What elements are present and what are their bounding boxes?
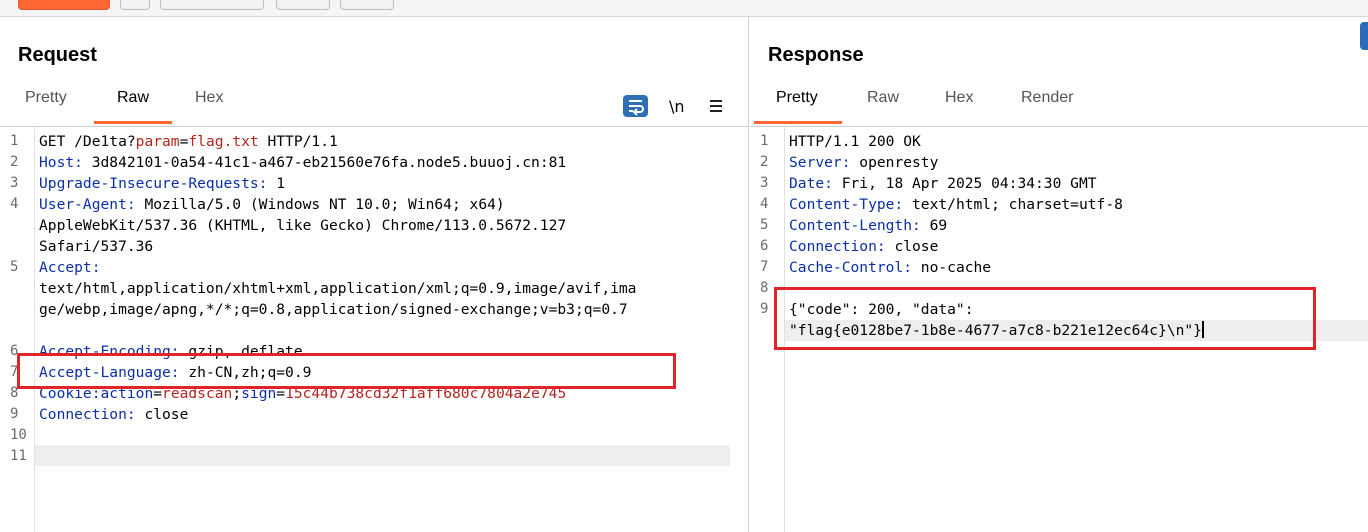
top-toolbar [0,0,1368,17]
line-number: 9 [10,406,19,422]
response-title: Response [768,44,864,66]
active-tab-underline [94,121,172,124]
request-editor[interactable]: 1 2 3 4 5 6 7 8 9 10 11 GET /De1ta?param… [0,127,748,532]
response-line-7: Cache-Control: no-cache [789,259,992,276]
request-line-3: Upgrade-Insecure-Requests: 1 [39,175,286,192]
request-line-5-cont: ge/webp,image/apng,*/*;q=0.8,application… [39,301,628,318]
tab-response-pretty[interactable]: Pretty [754,85,842,124]
cancel-button[interactable] [120,0,150,10]
response-line-6: Connection: close [789,238,939,255]
request-line-2: Host: 3d842101-0a54-41c1-a467-eb21560e76… [39,154,567,171]
line-number: 2 [760,154,769,170]
line-number: 4 [10,196,19,212]
line-number: 2 [10,154,19,170]
active-tab-underline [754,121,842,124]
line-number: 6 [760,238,769,254]
send-button[interactable] [18,0,110,10]
side-scroll-tab[interactable] [1360,22,1368,50]
line-number: 5 [10,259,19,275]
highlight-box-cookie [17,353,676,389]
request-pane: Request Pretty Raw Hex \n 1 2 3 4 5 6 7 … [0,17,748,532]
line-number: 1 [10,133,19,149]
line-number: 1 [760,133,769,149]
response-line-5: Content-Length: 69 [789,217,948,234]
line-number: 11 [10,448,27,464]
tab-request-raw[interactable]: Raw [94,85,172,124]
request-line-5-cont: text/html,application/xhtml+xml,applicat… [39,280,637,297]
request-line-4: User-Agent: Mozilla/5.0 (Windows NT 10.0… [39,196,505,213]
pane-divider[interactable] [748,17,749,532]
request-line-1: GET /De1ta?param=flag.txt HTTP/1.1 [39,133,338,150]
request-title: Request [18,44,97,66]
current-line-highlight [35,445,730,466]
line-number: 3 [760,175,769,191]
line-number: 7 [760,259,769,275]
tab-response-raw[interactable]: Raw [864,85,904,124]
request-tabs: Pretty Raw Hex \n [0,81,748,127]
request-line-9: Connection: close [39,406,189,423]
tab-request-pretty[interactable]: Pretty [22,85,78,124]
response-line-3: Date: Fri, 18 Apr 2025 04:34:30 GMT [789,175,1097,192]
wrap-lines-icon[interactable] [623,95,648,117]
next-button[interactable] [340,0,394,10]
request-line-4-cont: Safari/537.36 [39,238,154,255]
line-number: 4 [760,196,769,212]
tab-response-render[interactable]: Render [1020,85,1084,124]
line-number: 10 [10,427,27,443]
tab-response-hex[interactable]: Hex [942,85,986,124]
request-line-5: Accept: [39,259,101,276]
request-line-4-cont: AppleWebKit/537.36 (KHTML, like Gecko) C… [39,217,567,234]
tab-request-hex[interactable]: Hex [190,85,234,124]
show-newlines-icon[interactable]: \n [669,97,685,116]
line-number: 5 [760,217,769,233]
menu-icon[interactable] [709,99,723,113]
history-nav-button[interactable] [160,0,264,10]
prev-button[interactable] [276,0,330,10]
highlight-box-flag [774,287,1316,350]
response-pane: Response Pretty Raw Hex Render 1 2 3 4 5… [750,17,1368,532]
line-number: 3 [10,175,19,191]
response-line-2: Server: openresty [789,154,939,171]
response-line-1: HTTP/1.1 200 OK [789,133,921,150]
response-tabs: Pretty Raw Hex Render [750,81,1368,127]
response-line-4: Content-Type: text/html; charset=utf-8 [789,196,1123,213]
